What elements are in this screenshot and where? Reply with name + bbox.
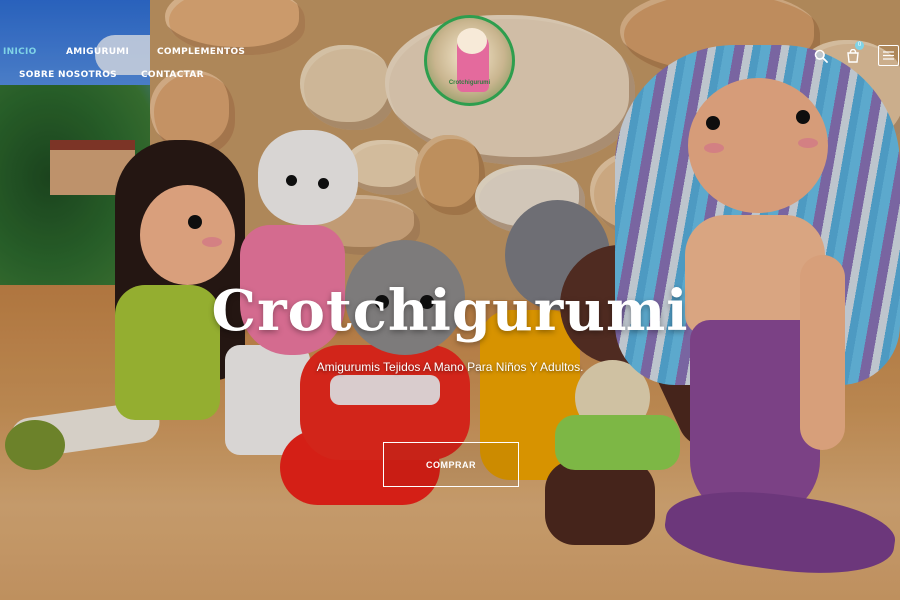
search-button[interactable] [811,46,831,66]
cart-count-badge: 0 [855,41,864,50]
nav-item-inicio[interactable]: INICIO [3,47,37,57]
nav-item-contactar[interactable]: CONTACTAR [141,70,204,80]
hero-subtitle: Amigurumis Tejidos A Mano Para Niños Y A… [316,360,584,374]
hamburger-menu-button[interactable] [878,45,899,66]
site-logo[interactable]: Crotchigurumi [424,15,515,106]
nav-item-complementos[interactable]: COMPLEMENTOS [157,47,245,57]
nav-item-amigurumi[interactable]: AMIGURUMI [66,47,129,57]
comprar-button[interactable]: COMPRAR [383,442,519,487]
hamburger-menu-icon [883,51,894,60]
hero-title: Crotchigurumi [211,278,689,344]
cart-button[interactable]: 0 [843,41,864,66]
cart-icon [847,49,859,63]
logo-text: Crotchigurumi [448,80,491,86]
search-icon [814,49,828,63]
nav-item-sobre-nosotros[interactable]: SOBRE NOSOTROS [19,70,117,80]
logo-doll-head [457,28,487,54]
